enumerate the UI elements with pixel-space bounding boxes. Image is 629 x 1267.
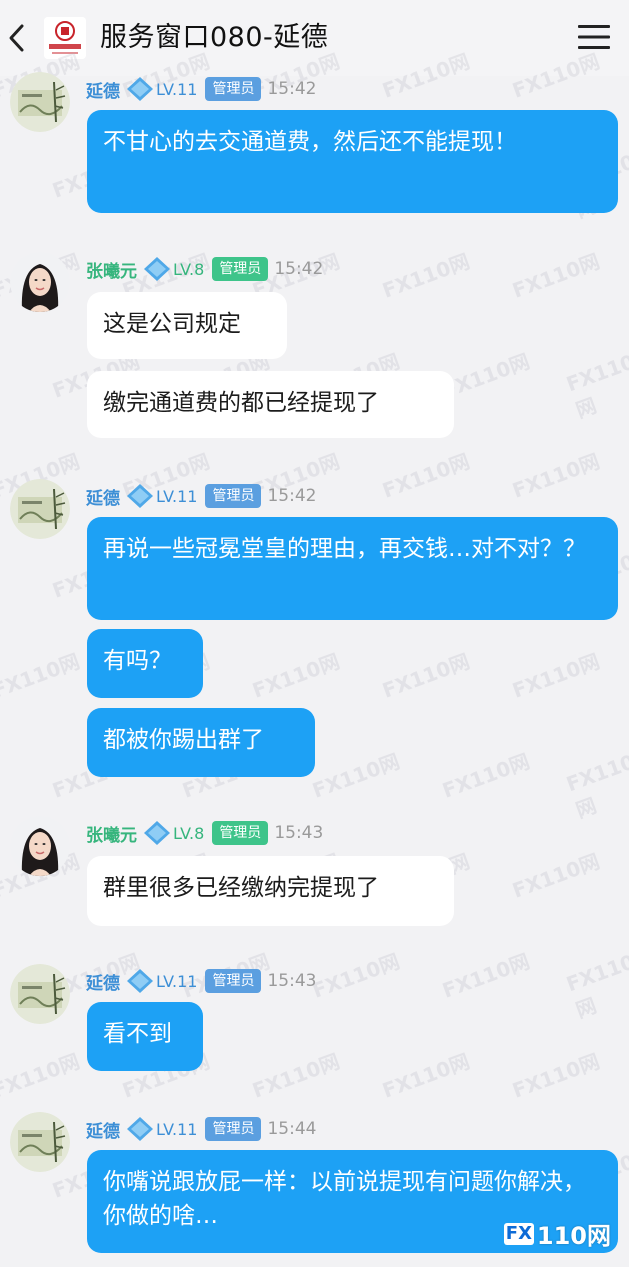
diamond-level-icon: [127, 969, 153, 993]
watermark-text: FX110网: [379, 249, 473, 303]
message-meta: 延德 LV.11 管理员 15:43: [86, 966, 316, 996]
role-badge: 管理员: [205, 969, 262, 993]
watermark-text: FX110网: [379, 449, 473, 503]
role-badge: 管理员: [212, 257, 269, 281]
message-bubble[interactable]: 都被你踢出群了: [87, 708, 315, 777]
sender-name: 张曦元: [86, 261, 137, 282]
level-badge: LV.11: [156, 971, 198, 991]
group-logo[interactable]: [44, 17, 86, 59]
message-meta: 延德 LV.11 管理员 15:44: [86, 1114, 316, 1144]
message-time: 15:44: [267, 1119, 317, 1139]
message-bubble[interactable]: 缴完通道费的都已经提现了: [87, 371, 454, 438]
avatar-yande[interactable]: [10, 72, 70, 132]
watermark-text: FX110网: [563, 349, 629, 423]
message-time: 15:42: [274, 259, 324, 279]
chevron-left-icon[interactable]: [6, 22, 28, 54]
message-meta: 张曦元 LV.8 管理员 15:43: [86, 818, 323, 848]
brand-logo-text: 110网: [536, 1222, 611, 1250]
avatar-yande[interactable]: [10, 1112, 70, 1172]
message-meta: 延德 LV.11 管理员 15:42: [86, 481, 316, 511]
watermark-text: FX110网: [0, 1049, 83, 1103]
message-bubble[interactable]: 有吗？: [87, 629, 203, 698]
message-bubble[interactable]: 再说一些冠冕堂皇的理由，再交钱…对不对？？: [87, 517, 618, 620]
watermark-text: FX110网: [439, 949, 533, 1003]
watermark-text: FX110网: [563, 949, 629, 1023]
role-badge: 管理员: [212, 821, 269, 845]
level-badge: LV.11: [156, 486, 198, 506]
level-badge: LV.11: [156, 1119, 198, 1139]
role-badge: 管理员: [205, 77, 262, 101]
diamond-level-icon: [127, 484, 153, 508]
watermark-text: FX110网: [249, 649, 343, 703]
level-badge: LV.8: [173, 259, 205, 279]
diamond-level-icon: [144, 821, 170, 845]
watermark-text: FX110网: [509, 849, 603, 903]
avatar-yande[interactable]: [10, 964, 70, 1024]
watermark-text: FX110网: [309, 749, 403, 803]
watermark-text: FX110网: [249, 1049, 343, 1103]
watermark-text: FX110网: [0, 649, 83, 703]
watermark-text: FX110网: [509, 249, 603, 303]
message-bubble[interactable]: 这是公司规定: [87, 292, 287, 359]
message-time: 15:42: [267, 486, 317, 506]
avatar-zhangxiyuan[interactable]: [10, 252, 70, 312]
watermark-text: FX110网: [379, 649, 473, 703]
message-time: 15:42: [267, 79, 317, 99]
sender-name: 延德: [86, 488, 120, 509]
avatar-zhangxiyuan[interactable]: [10, 816, 70, 876]
message-time: 15:43: [267, 971, 317, 991]
watermark-text: FX110网: [439, 749, 533, 803]
message-bubble[interactable]: 群里很多已经缴纳完提现了: [87, 856, 454, 926]
hamburger-menu-icon[interactable]: [577, 22, 611, 52]
message-meta: 张曦元 LV.8 管理员 15:42: [86, 254, 323, 284]
diamond-level-icon: [127, 1117, 153, 1141]
chat-title: 服务窗口080-延德: [100, 22, 329, 53]
watermark-text: FX110网: [509, 649, 603, 703]
message-bubble[interactable]: 不甘心的去交通道费，然后还不能提现！: [87, 110, 618, 213]
message-meta: 延德 LV.11 管理员 15:42: [86, 74, 316, 104]
watermark-text: FX110网: [563, 749, 629, 823]
watermark-text: FX110网: [509, 449, 603, 503]
chat-header: 服务窗口080-延德: [0, 0, 629, 76]
role-badge: 管理员: [205, 484, 262, 508]
brand-watermark: FX 110网: [503, 1216, 611, 1251]
level-badge: LV.8: [173, 823, 205, 843]
sender-name: 延德: [86, 973, 120, 994]
message-time: 15:43: [274, 823, 324, 843]
avatar-yande[interactable]: [10, 479, 70, 539]
diamond-level-icon: [127, 77, 153, 101]
message-bubble[interactable]: 看不到: [87, 1002, 203, 1071]
brand-logo-mark: FX: [503, 1222, 534, 1245]
level-badge: LV.11: [156, 79, 198, 99]
watermark-text: FX110网: [509, 1049, 603, 1103]
watermark-text: FX110网: [309, 949, 403, 1003]
sender-name: 延德: [86, 1121, 120, 1142]
diamond-level-icon: [144, 257, 170, 281]
role-badge: 管理员: [205, 1117, 262, 1141]
sender-name: 张曦元: [86, 825, 137, 846]
watermark-text: FX110网: [379, 1049, 473, 1103]
sender-name: 延德: [86, 81, 120, 102]
